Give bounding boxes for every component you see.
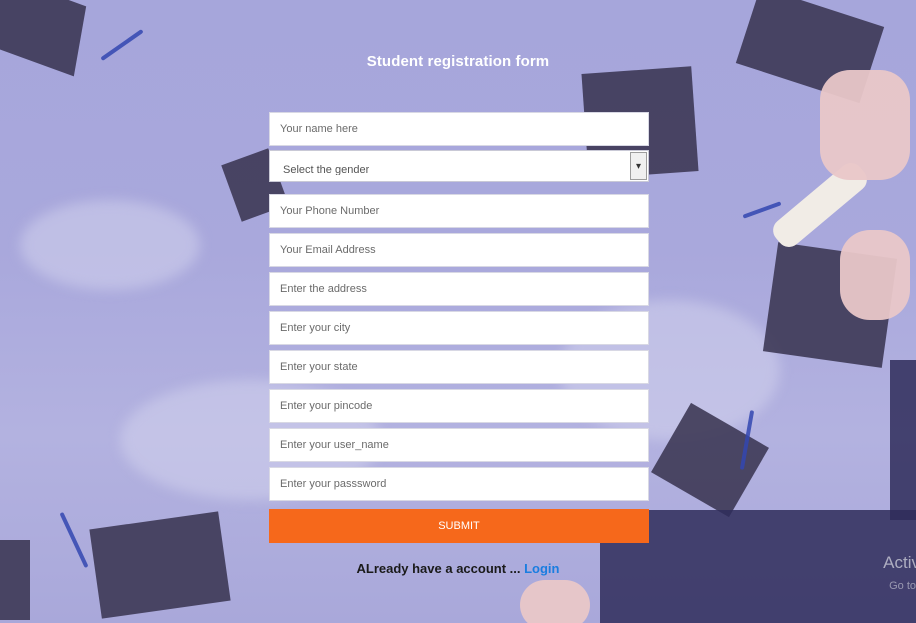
login-prompt-text: ALready have a account ... bbox=[356, 561, 525, 576]
page-title: Student registration form bbox=[366, 53, 550, 70]
gender-select-value: Select the gender bbox=[283, 164, 370, 175]
gender-select[interactable]: Select the gender ▾ bbox=[269, 150, 649, 182]
email-input[interactable] bbox=[269, 233, 649, 267]
activation-watermark-sub: Go to bbox=[889, 580, 916, 592]
phone-input[interactable] bbox=[269, 194, 649, 228]
graduation-cap-icon bbox=[0, 540, 30, 620]
password-input[interactable] bbox=[269, 467, 649, 501]
login-prompt: ALready have a account ... Login bbox=[0, 561, 916, 576]
activation-watermark: Activ bbox=[883, 553, 916, 572]
pincode-input[interactable] bbox=[269, 389, 649, 423]
city-input[interactable] bbox=[269, 311, 649, 345]
hand-shape bbox=[820, 70, 910, 180]
state-input[interactable] bbox=[269, 350, 649, 384]
registration-page: Student registration form Select the gen… bbox=[0, 0, 916, 623]
hand-shape bbox=[520, 580, 590, 623]
username-input[interactable] bbox=[269, 428, 649, 462]
tassel-icon bbox=[742, 201, 782, 219]
chevron-down-icon[interactable]: ▾ bbox=[630, 152, 647, 180]
tassel-icon bbox=[59, 511, 89, 569]
login-link[interactable]: Login bbox=[524, 561, 559, 576]
gown-shape bbox=[890, 360, 916, 520]
submit-button[interactable]: SUBMIT bbox=[269, 509, 649, 543]
address-input[interactable] bbox=[269, 272, 649, 306]
name-input[interactable] bbox=[269, 112, 649, 146]
cloud-shape bbox=[20, 200, 200, 290]
hand-shape bbox=[840, 230, 910, 320]
